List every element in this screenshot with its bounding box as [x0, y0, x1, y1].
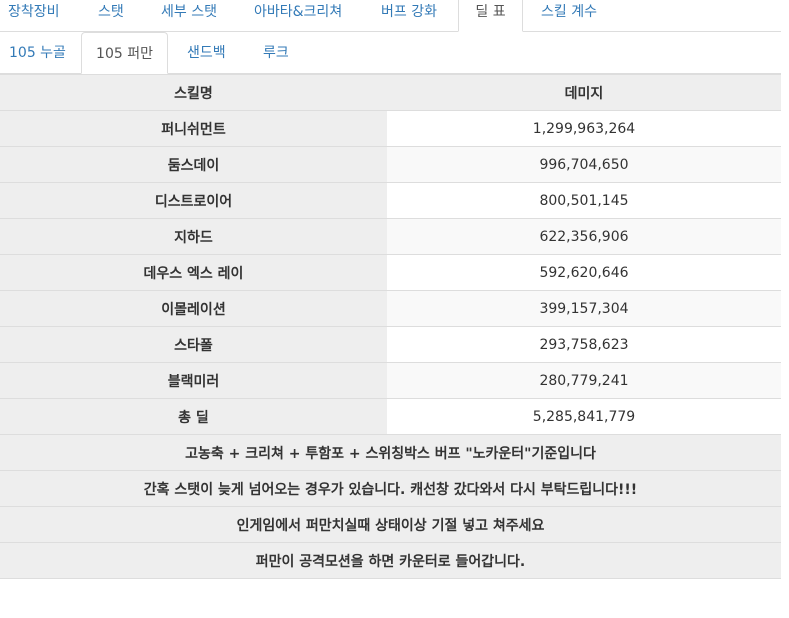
note-buff-basis: 고농축 + 크리쳐 + 투함포 + 스위칭박스 버프 "노카운터"기준입니다	[0, 434, 781, 471]
skill-name-cell: 이몰레이션	[0, 290, 387, 327]
note-counter-warning: 퍼만이 공격모션을 하면 카운터로 들어갑니다.	[0, 542, 781, 579]
damage-cell: 592,620,646	[387, 254, 781, 291]
damage-cell: 399,157,304	[387, 290, 781, 327]
tab-damage-table[interactable]: 딜 표	[458, 0, 523, 32]
table-row: 둠스데이 996,704,650	[0, 146, 781, 183]
subtab-sandbag[interactable]: 샌드백	[187, 32, 226, 74]
skill-name-cell: 둠스데이	[0, 146, 387, 183]
table-header-row: 스킬명 데미지	[0, 74, 781, 111]
tab-equipment[interactable]: 장착장비	[8, 0, 60, 32]
damage-cell: 996,704,650	[387, 146, 781, 183]
header-damage: 데미지	[387, 74, 781, 111]
damage-cell: 1,299,963,264	[387, 110, 781, 147]
tab-buff-enhance[interactable]: 버프 강화	[381, 0, 437, 32]
skill-name-cell: 블랙미러	[0, 362, 387, 399]
skill-name-cell: 디스트로이어	[0, 182, 387, 219]
tab-stats[interactable]: 스탯	[98, 0, 124, 32]
table-row: 이몰레이션 399,157,304	[0, 290, 781, 327]
note-row: 퍼만이 공격모션을 하면 카운터로 들어갑니다.	[0, 542, 781, 579]
table-row: 스타폴 293,758,623	[0, 326, 781, 363]
main-tab-bar: 장착장비 스탯 세부 스탯 아바타&크리쳐 버프 강화 딜 표 스킬 계수	[0, 0, 781, 32]
damage-table: 스킬명 데미지 퍼니쉬먼트 1,299,963,264 둠스데이 996,704…	[0, 74, 781, 579]
sub-tab-bar: 105 누골 105 퍼만 샌드백 루크	[0, 32, 781, 74]
note-row: 간혹 스탯이 늦게 넘어오는 경우가 있습니다. 캐선창 갔다와서 다시 부탁드…	[0, 470, 781, 507]
note-stun-instruction: 인게임에서 퍼만치실때 상태이상 기절 넣고 쳐주세요	[0, 506, 781, 543]
table-row: 블랙미러 280,779,241	[0, 362, 781, 399]
subtab-luke[interactable]: 루크	[263, 32, 289, 74]
table-row: 디스트로이어 800,501,145	[0, 182, 781, 219]
tab-avatar-creature[interactable]: 아바타&크리쳐	[254, 0, 342, 32]
damage-cell: 280,779,241	[387, 362, 781, 399]
total-damage-cell: 5,285,841,779	[387, 398, 781, 435]
skill-name-cell: 스타폴	[0, 326, 387, 363]
tab-detail-stats[interactable]: 세부 스탯	[161, 0, 217, 32]
note-row: 고농축 + 크리쳐 + 투함포 + 스위칭박스 버프 "노카운터"기준입니다	[0, 434, 781, 471]
note-row: 인게임에서 퍼만치실때 상태이상 기절 넣고 쳐주세요	[0, 506, 781, 543]
note-stat-delay: 간혹 스탯이 늦게 넘어오는 경우가 있습니다. 캐선창 갔다와서 다시 부탁드…	[0, 470, 781, 507]
damage-cell: 293,758,623	[387, 326, 781, 363]
table-row: 데우스 엑스 레이 592,620,646	[0, 254, 781, 291]
skill-name-cell: 지하드	[0, 218, 387, 255]
skill-name-cell: 퍼니쉬먼트	[0, 110, 387, 147]
table-row: 퍼니쉬먼트 1,299,963,264	[0, 110, 781, 147]
subtab-105-perman[interactable]: 105 퍼만	[81, 32, 168, 74]
table-row: 지하드 622,356,906	[0, 218, 781, 255]
total-row: 총 딜 5,285,841,779	[0, 398, 781, 435]
subtab-105-nugol[interactable]: 105 누골	[9, 32, 66, 74]
damage-cell: 800,501,145	[387, 182, 781, 219]
skill-name-cell: 데우스 엑스 레이	[0, 254, 387, 291]
header-skill-name: 스킬명	[0, 74, 387, 111]
damage-cell: 622,356,906	[387, 218, 781, 255]
total-label-cell: 총 딜	[0, 398, 387, 435]
tab-skill-coefficient[interactable]: 스킬 계수	[541, 0, 597, 32]
